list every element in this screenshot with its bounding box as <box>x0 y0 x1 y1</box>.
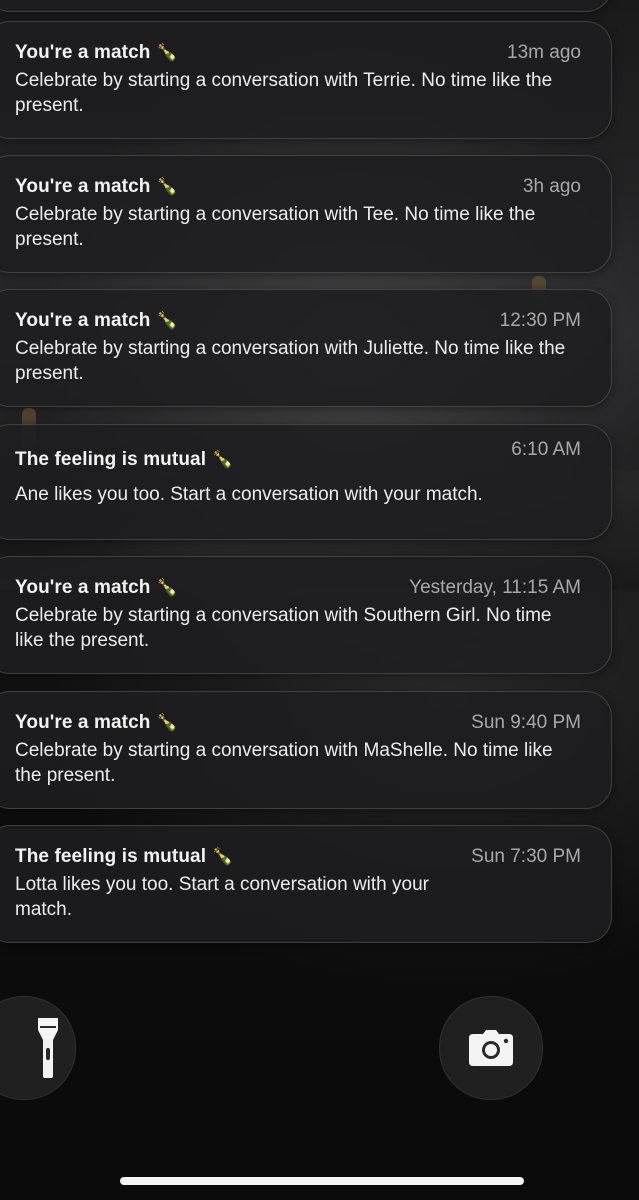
notification-card[interactable]: The feeling is mutual 🍾 Sun 7:30 PM Lotta… <box>0 825 612 943</box>
notification-body: Ane likes you too. Start a conversation … <box>15 484 483 505</box>
notification-title: You're a match <box>15 176 151 197</box>
camera-button[interactable] <box>439 996 543 1100</box>
champagne-icon: 🍾 <box>212 847 234 866</box>
champagne-icon: 🍾 <box>156 43 178 62</box>
notification-title: You're a match <box>15 42 151 63</box>
notification-title: The feeling is mutual <box>15 846 207 867</box>
notification-card[interactable]: You're a match 🍾 13m ago Celebrate by sta… <box>0 21 612 139</box>
notification-time: 13m ago <box>507 42 581 63</box>
notification-title-wrap: You're a match 🍾 <box>15 42 178 64</box>
camera-icon <box>469 1030 513 1066</box>
notification-title-wrap: You're a match 🍾 <box>15 577 178 599</box>
notification-card[interactable]: You're a match 🍾 Yesterday, 11:15 AM Cele… <box>0 556 612 674</box>
home-indicator[interactable] <box>120 1177 524 1185</box>
notification-body: Celebrate by starting a conversation wit… <box>15 338 566 384</box>
notification-body: Celebrate by starting a conversation wit… <box>15 605 552 651</box>
notification-card[interactable]: You're a match 🍾 3h ago Celebrate by star… <box>0 155 612 273</box>
champagne-icon: 🍾 <box>156 311 178 330</box>
notification-title-wrap: You're a match 🍾 <box>15 176 178 198</box>
notification-body: Celebrate by starting a conversation wit… <box>15 70 553 116</box>
notification-title: You're a match <box>15 310 151 331</box>
notification-title-wrap: The feeling is mutual 🍾 <box>15 449 233 471</box>
notification-time: Sun 9:40 PM <box>471 712 581 733</box>
notification-time: Sun 7:30 PM <box>471 846 581 867</box>
notification-body: Celebrate by starting a conversation wit… <box>15 204 536 250</box>
champagne-icon: 🍾 <box>156 177 178 196</box>
notification-body: Celebrate by starting a conversation wit… <box>15 740 553 786</box>
flashlight-icon <box>38 1018 58 1078</box>
notification-title: You're a match <box>15 712 151 733</box>
notification-time: 6:10 AM <box>511 439 581 460</box>
notification-title: You're a match <box>15 577 151 598</box>
notification-card[interactable]: The feeling is mutual 🍾 6:10 AM Ane likes… <box>0 424 612 540</box>
notification-time: 3h ago <box>522 176 581 197</box>
notification-title: The feeling is mutual <box>15 449 207 470</box>
champagne-icon: 🍾 <box>212 450 234 469</box>
notification-time: Yesterday, 11:15 AM <box>409 577 581 598</box>
notification-body: Lotta likes you too. Start a conversatio… <box>15 874 429 920</box>
notification-title-wrap: You're a match 🍾 <box>15 310 178 332</box>
notification-card[interactable]: You're a match 🍾 Sun 9:40 PM Celebrate by… <box>0 691 612 809</box>
champagne-icon: 🍾 <box>156 713 178 732</box>
notification-card-partial[interactable] <box>0 0 612 12</box>
notification-card[interactable]: You're a match 🍾 12:30 PM Celebrate by st… <box>0 289 612 407</box>
champagne-icon: 🍾 <box>156 578 178 597</box>
notification-title-wrap: You're a match 🍾 <box>15 712 178 734</box>
notification-time: 12:30 PM <box>499 310 581 331</box>
notification-title-wrap: The feeling is mutual 🍾 <box>15 846 233 868</box>
